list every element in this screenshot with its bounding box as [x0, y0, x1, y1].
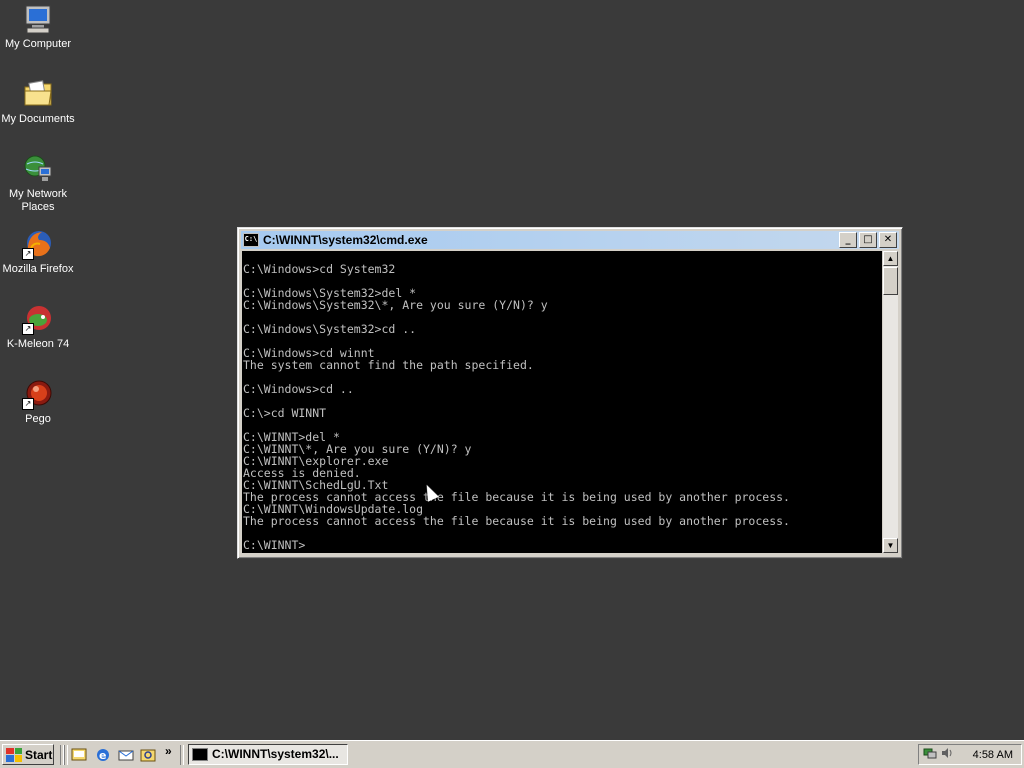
- desktop-icon-label: My Documents: [1, 113, 75, 125]
- scroll-thumb[interactable]: [883, 267, 898, 295]
- start-label: Start: [25, 747, 53, 762]
- shortcut-arrow-icon: ↗: [22, 248, 34, 260]
- cmd-window[interactable]: C:\ C:\WINNT\system32\cmd.exe _ □ ✕ C:\W…: [237, 227, 903, 559]
- desktop-icon-mozilla-firefox[interactable]: ↗ Mozilla Firefox: [0, 228, 76, 276]
- desktop-icon-label: Mozilla Firefox: [2, 263, 74, 275]
- desktop-icon-label: Pego: [25, 413, 51, 425]
- network-globe-icon: [22, 153, 54, 185]
- window-titlebar[interactable]: C:\ C:\WINNT\system32\cmd.exe _ □ ✕: [241, 231, 899, 249]
- console-text: C:\Windows>cd System32 C:\Windows\System…: [243, 262, 790, 552]
- window-title: C:\WINNT\system32\cmd.exe: [263, 233, 428, 247]
- taskbar-separator: [64, 745, 68, 765]
- quicklaunch-chevron-icon[interactable]: »: [165, 744, 181, 760]
- clock[interactable]: 4:58 AM: [973, 749, 1013, 761]
- taskbar-separator: [180, 745, 184, 765]
- desktop-icon-k-meleon[interactable]: ↗ K-Meleon 74: [0, 303, 76, 351]
- shortcut-arrow-icon: ↗: [22, 323, 34, 335]
- computer-icon: [22, 3, 54, 35]
- scroll-down-button[interactable]: ▼: [883, 538, 898, 553]
- close-button[interactable]: ✕: [879, 232, 897, 248]
- search-folder-icon[interactable]: [140, 747, 156, 763]
- cmd-icon[interactable]: C:\: [243, 233, 259, 247]
- scroll-up-button[interactable]: ▲: [883, 251, 898, 266]
- console-output[interactable]: C:\Windows>cd System32 C:\Windows\System…: [242, 251, 882, 553]
- network-tray-icon[interactable]: [923, 746, 937, 763]
- desktop-icon-my-documents[interactable]: My Documents: [0, 78, 76, 126]
- shortcut-arrow-icon: ↗: [22, 398, 34, 410]
- taskbar: Start e » C:\WINNT\system32\... 4:58 AM: [0, 740, 1024, 768]
- start-button[interactable]: Start: [2, 744, 54, 765]
- windows-logo-icon: [6, 747, 22, 762]
- pego-icon: ↗: [22, 378, 54, 410]
- desktop-icon-my-computer[interactable]: My Computer: [0, 3, 76, 51]
- desktop-icon-pego[interactable]: ↗ Pego: [0, 378, 76, 426]
- outlook-express-icon[interactable]: [118, 747, 134, 763]
- firefox-icon: ↗: [22, 228, 54, 260]
- svg-text:e: e: [99, 749, 106, 762]
- taskbar-button-cmd[interactable]: C:\WINNT\system32\...: [188, 744, 348, 765]
- kmeleon-icon: ↗: [22, 303, 54, 335]
- taskbar-button-label: C:\WINNT\system32\...: [212, 747, 339, 761]
- internet-explorer-icon[interactable]: e: [95, 747, 111, 763]
- vertical-scrollbar[interactable]: ▲ ▼: [883, 251, 898, 553]
- desktop-icon-my-network-places[interactable]: My Network Places: [0, 153, 76, 214]
- volume-tray-icon[interactable]: [940, 746, 954, 763]
- folder-icon: [22, 78, 54, 110]
- desktop-icon-label: K-Meleon 74: [6, 338, 70, 350]
- system-tray: 4:58 AM: [918, 744, 1022, 765]
- show-desktop-icon[interactable]: [71, 747, 87, 763]
- cmd-icon: [192, 748, 208, 761]
- minimize-button[interactable]: _: [839, 232, 857, 248]
- maximize-button[interactable]: □: [859, 232, 877, 248]
- desktop-icon-label: My Network Places: [8, 188, 68, 213]
- desktop-icon-label: My Computer: [4, 38, 72, 50]
